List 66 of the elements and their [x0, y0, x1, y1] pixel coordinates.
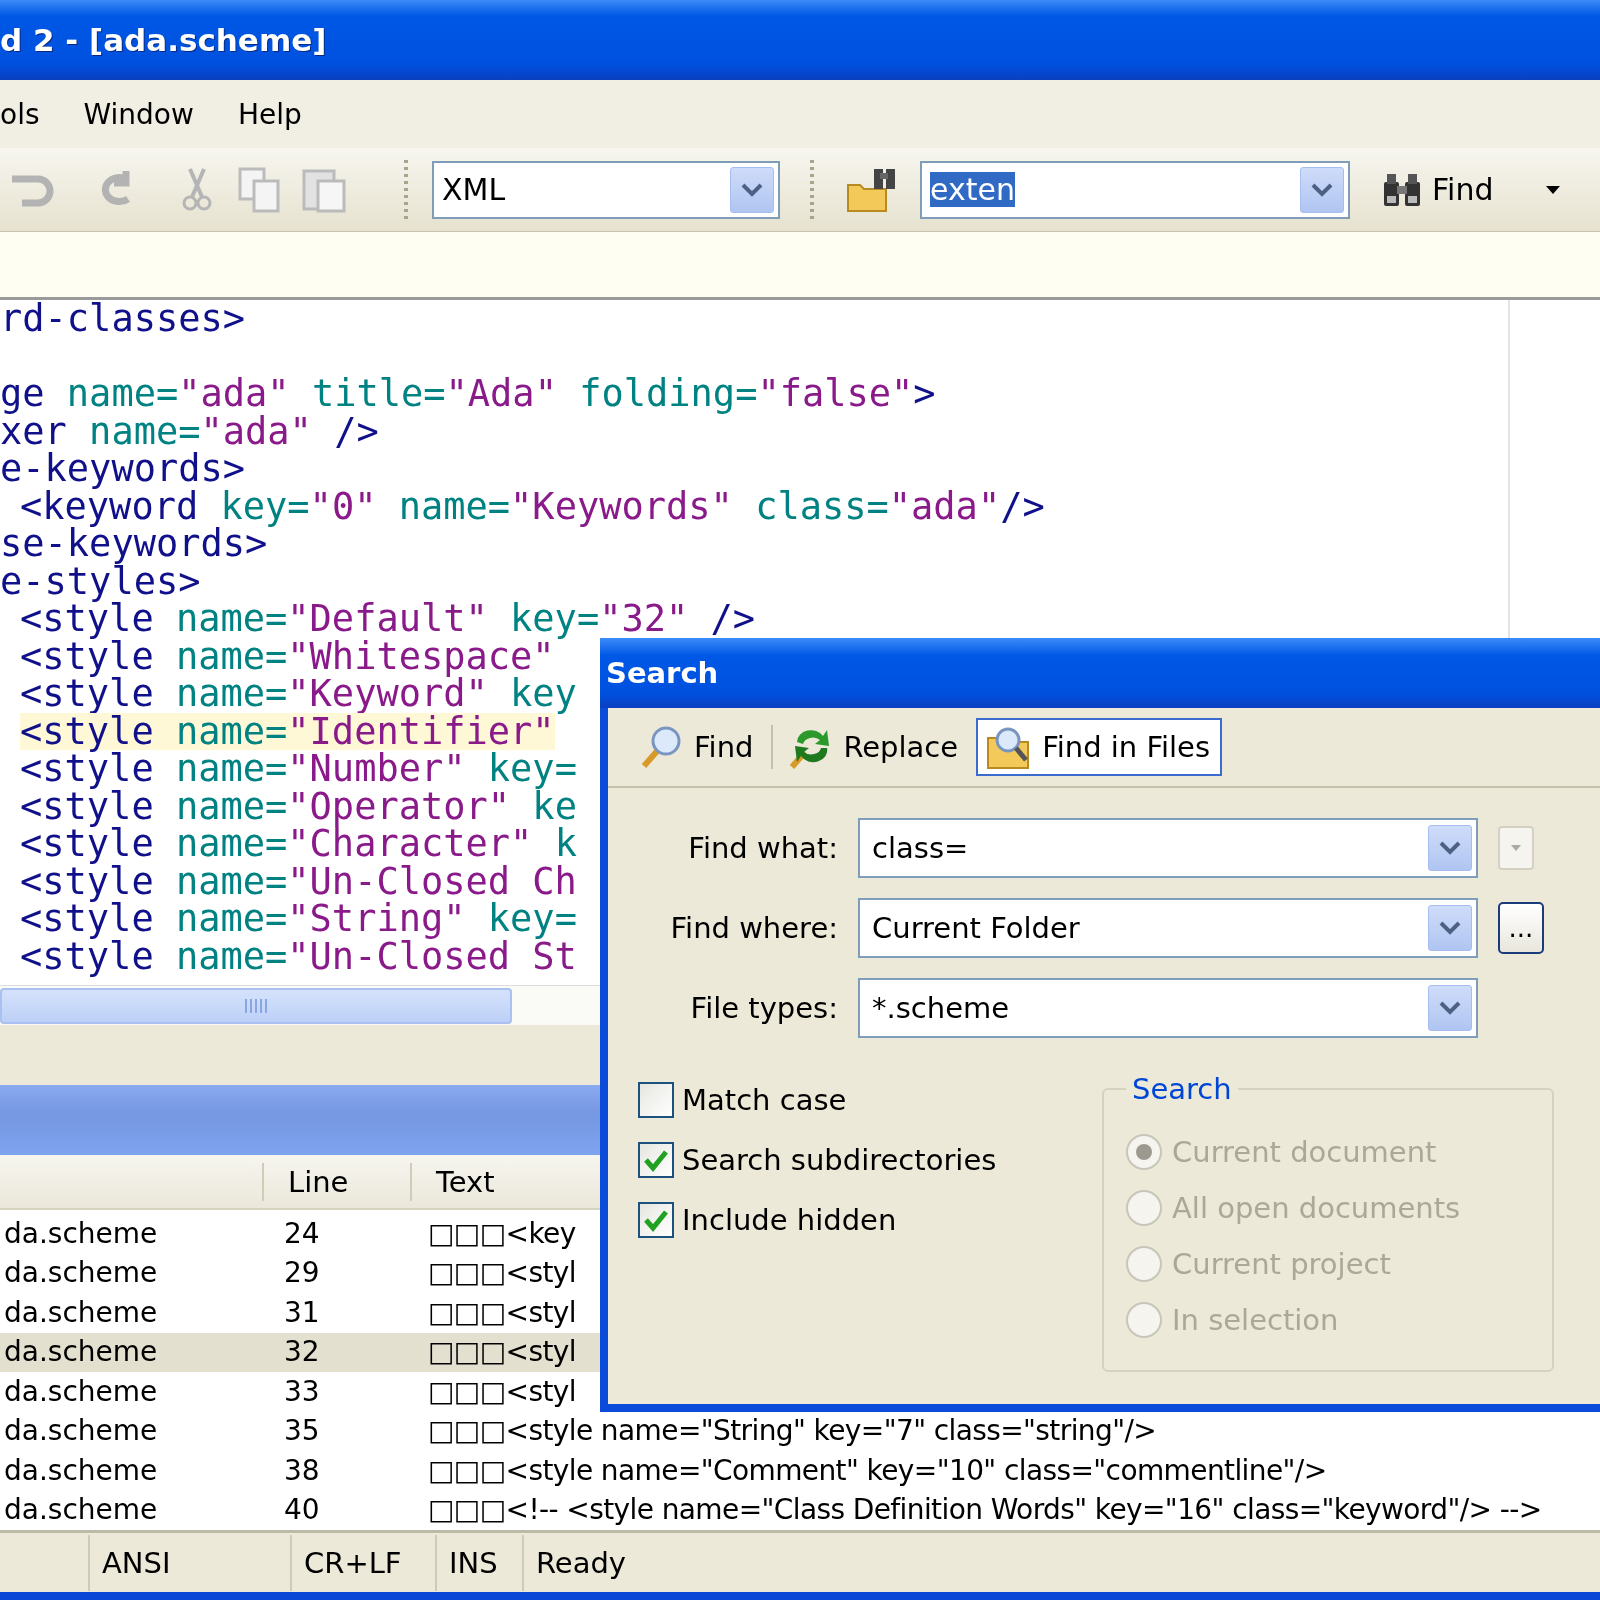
table-cell-text: da.scheme [3, 1374, 158, 1409]
table-cell-text: 32 [283, 1335, 320, 1370]
dropdown-button[interactable] [1428, 825, 1472, 871]
options-button[interactable] [1498, 826, 1534, 870]
dropdown-button[interactable] [1428, 985, 1472, 1031]
table-cell-text: da.scheme [3, 1493, 158, 1528]
table-cell-text: □□□<style name="String" key="7" class="string"/> [427, 1414, 1157, 1449]
column-header[interactable]: Line [262, 1162, 410, 1201]
radio-label: In selection [1172, 1303, 1339, 1337]
window-title: d 2 - [ada.scheme] [0, 22, 327, 58]
table-cell-text: 38 [283, 1453, 320, 1488]
dialog-tab[interactable]: Find in Files [976, 718, 1223, 776]
scrollbar-thumb[interactable] [0, 987, 512, 1024]
field-label: Find where: [669, 911, 838, 945]
checkbox-label: Include hidden [682, 1203, 897, 1237]
syntax-dropdown[interactable]: XML [432, 160, 780, 219]
table-cell-text: da.scheme [3, 1216, 158, 1251]
checkbox[interactable] [638, 1202, 674, 1238]
code-line: ge name="ada" title="Ada" folding="false"> [0, 375, 936, 413]
table-cell-text: □□□<!-- <style name="Class Definition Words" key="16" class="keyword"/> --> [427, 1493, 1542, 1528]
table-cell-text: □□□<style name="Comment" key="10" class="commentline"/> [427, 1453, 1327, 1488]
dialog-tab[interactable]: Replace [779, 718, 971, 776]
menu-item[interactable]: Help [237, 93, 302, 135]
code-line: e-keywords> [0, 450, 246, 488]
table-cell-text: 29 [283, 1256, 320, 1291]
menu-item[interactable]: ols [0, 93, 40, 135]
radio-label: Current project [1172, 1247, 1391, 1281]
menu-item[interactable]: Window [83, 93, 194, 135]
code-line: rd-classes> [0, 300, 246, 338]
table-cell-text: □□□<key [427, 1216, 576, 1251]
checkbox[interactable] [638, 1082, 674, 1118]
table-cell-text: 35 [283, 1414, 320, 1449]
table-cell-text: da.scheme [3, 1295, 158, 1330]
table-cell-text: □□□<styl [427, 1335, 576, 1370]
status-cell: ANSI [88, 1534, 290, 1591]
dialog-title: Search [606, 656, 719, 690]
dialog-tab[interactable]: Find [630, 718, 766, 776]
status-cell: INS [435, 1534, 522, 1591]
radio-label: All open documents [1172, 1191, 1461, 1225]
status-cell: CR+LF [290, 1534, 435, 1591]
checkbox[interactable] [638, 1142, 674, 1178]
table-cell-text: □□□<styl [427, 1256, 576, 1291]
table-cell-text: □□□<styl [427, 1295, 576, 1330]
status-cell: Ready [522, 1534, 1600, 1591]
find-field[interactable]: exten [920, 160, 1350, 219]
table-cell-text: 24 [283, 1216, 320, 1251]
table-cell-text: da.scheme [3, 1453, 158, 1488]
checkbox-label: Search subdirectories [682, 1143, 997, 1177]
radio-label: Current document [1172, 1135, 1437, 1169]
binoculars-icon [1382, 171, 1422, 208]
field-label: Find what: [687, 831, 838, 865]
find-button[interactable]: Find [1376, 160, 1500, 219]
table-cell-text: 33 [283, 1374, 320, 1409]
table-cell-text: □□□<styl [427, 1374, 576, 1409]
table-cell-text: da.scheme [3, 1335, 158, 1370]
table-cell-text: 40 [283, 1493, 320, 1528]
field-label: File types: [689, 991, 838, 1025]
group-title: Search [1131, 1072, 1233, 1106]
table-cell-text: da.scheme [3, 1256, 158, 1291]
table-cell-text: 31 [283, 1295, 320, 1330]
caret-icon [1509, 844, 1523, 852]
browse-button[interactable]: ... [1498, 902, 1544, 954]
dropdown-button[interactable] [1428, 905, 1472, 951]
grip-icon [245, 998, 267, 1013]
checkbox-label: Match case [682, 1083, 847, 1117]
table-cell-text: da.scheme [3, 1414, 158, 1449]
